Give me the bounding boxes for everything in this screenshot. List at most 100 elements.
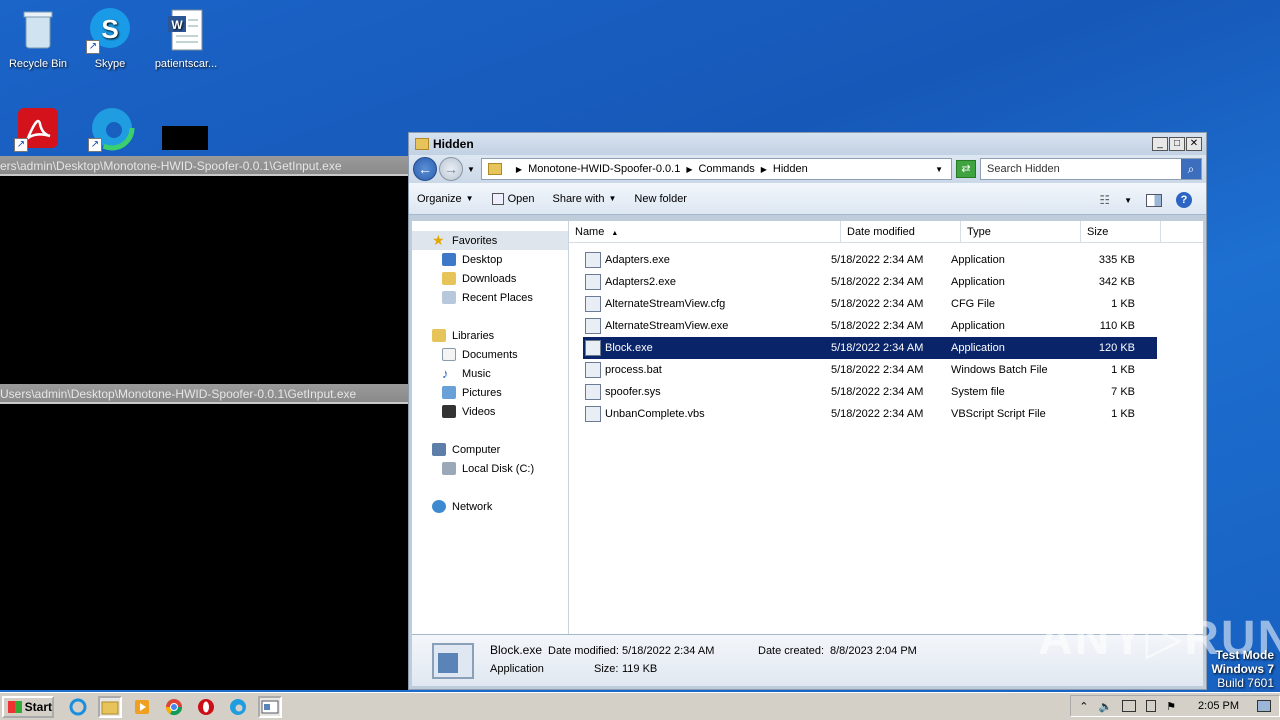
file-row[interactable]: AlternateStreamView.cfg 5/18/2022 2:34 AM… (569, 293, 1203, 315)
file-name: AlternateStreamView.exe (605, 320, 729, 332)
console-title[interactable]: ers\admin\Desktop\Monotone-HWID-Spoofer-… (0, 156, 408, 176)
show-desktop-icon[interactable] (1257, 700, 1271, 712)
breadcrumb-item[interactable]: Commands (698, 163, 754, 175)
file-name: UnbanComplete.vbs (605, 408, 705, 420)
file-row[interactable]: Adapters2.exe 5/18/2022 2:34 AM Applicatio… (569, 271, 1203, 293)
nav-item-documents[interactable]: Documents (412, 345, 568, 364)
help-icon[interactable]: ? (1176, 192, 1192, 208)
console-window-1[interactable]: ers\admin\Desktop\Monotone-HWID-Spoofer-… (0, 156, 408, 384)
explorer-taskbar-icon[interactable] (98, 695, 122, 718)
file-name-cell: spoofer.sys (569, 384, 825, 400)
nav-item-network[interactable]: Network (412, 497, 568, 516)
desktop-icon-document[interactable]: W patientscar... (148, 0, 224, 70)
shortcut-arrow-icon: ↗ (88, 138, 102, 152)
nav-label: Local Disk (C:) (462, 462, 535, 475)
new-folder-button[interactable]: New folder (634, 193, 687, 205)
power-icon[interactable] (1146, 700, 1157, 712)
open-button[interactable]: Open (491, 192, 535, 205)
file-list-pane[interactable]: Name ▲ Date modified Type Size Adapters.… (569, 221, 1203, 635)
minimize-button[interactable]: _ (1152, 137, 1168, 151)
file-row[interactable]: spoofer.sys 5/18/2022 2:34 AM System file 7… (569, 381, 1203, 403)
svg-text:W: W (171, 18, 183, 32)
volume-icon[interactable]: 🔈 (1098, 700, 1112, 713)
chrome-icon[interactable] (162, 696, 186, 718)
share-with-button[interactable]: Share with ▼ (552, 193, 616, 205)
nav-label: Videos (462, 405, 496, 418)
internet-explorer-icon[interactable] (66, 696, 90, 718)
organize-button[interactable]: Organize ▼ (417, 193, 474, 205)
file-row[interactable]: UnbanComplete.vbs 5/18/2022 2:34 AM VBScri… (569, 403, 1203, 425)
application-taskbar-icon[interactable] (258, 695, 282, 718)
nav-item-downloads[interactable]: Downloads (412, 269, 568, 288)
view-options-icon[interactable]: ☷ (1099, 193, 1110, 207)
address-box[interactable]: ▶ Monotone-HWID-Spoofer-0.0.1 ▶ Commands… (480, 158, 952, 180)
desktop-icon-edge[interactable]: ↗ (74, 98, 150, 156)
forward-button[interactable]: → (439, 157, 463, 181)
nav-item-libraries[interactable]: Libraries (412, 326, 568, 345)
details-type: Application (490, 663, 544, 675)
desktop-icon-recycle-bin[interactable]: Recycle Bin (0, 0, 76, 70)
preview-pane-icon[interactable] (1146, 193, 1162, 207)
file-row[interactable]: Block.exe 5/18/2022 2:34 AM Application 120… (583, 337, 1157, 359)
start-button[interactable]: Start (2, 695, 54, 718)
system-tray: ⌃ 🔈 ⚑ 2:05 PM (1070, 695, 1280, 717)
sort-ascending-icon: ▲ (611, 230, 619, 237)
exe-file-icon (585, 340, 601, 356)
action-center-flag-icon[interactable]: ⚑ (1166, 700, 1176, 713)
view-chevron-down-icon[interactable]: ▼ (1124, 196, 1132, 205)
media-player-icon[interactable] (130, 696, 154, 718)
file-date: 5/18/2022 2:34 AM (831, 276, 924, 288)
breadcrumb-arrow-icon[interactable]: ▶ (761, 165, 767, 174)
column-header-type[interactable]: Type (961, 221, 1081, 242)
back-button[interactable]: ← (413, 157, 437, 181)
nav-item-computer[interactable]: Computer (412, 440, 568, 459)
desktop-icon-acrobat[interactable]: ↗ (0, 98, 76, 156)
refresh-icon[interactable]: ⇄ (956, 160, 976, 178)
black-desktop-rectangle (162, 126, 208, 150)
column-header-name[interactable]: Name ▲ (569, 221, 841, 242)
recent-pages-chevron-icon[interactable]: ▼ (467, 165, 475, 174)
nav-item-desktop[interactable]: Desktop (412, 250, 568, 269)
libraries-icon (432, 329, 446, 342)
explorer-window[interactable]: Hidden _ □ ✕ ← → ▼ ▶ Monotone-HWID-Spoof… (408, 132, 1207, 690)
desktop-icon-label: Skype (94, 58, 126, 70)
nav-item-local-disk[interactable]: Local Disk (C:) (412, 459, 568, 478)
nav-item-videos[interactable]: Videos (412, 402, 568, 421)
file-row[interactable]: process.bat 5/18/2022 2:34 AM Windows Batc… (569, 359, 1203, 381)
show-hidden-icons-icon[interactable]: ⌃ (1079, 700, 1088, 713)
console-window-2[interactable]: Users\admin\Desktop\Monotone-HWID-Spoofe… (0, 384, 408, 690)
desktop-icon-label: Recycle Bin (8, 58, 68, 70)
breadcrumb-item[interactable]: Monotone-HWID-Spoofer-0.0.1 (528, 163, 680, 175)
recent-places-icon (442, 291, 456, 304)
edge-taskbar-icon[interactable] (226, 696, 250, 718)
column-header-size[interactable]: Size (1081, 221, 1161, 242)
acrobat-icon: ↗ (14, 104, 62, 152)
breadcrumb-item[interactable]: Hidden (773, 163, 808, 175)
nav-label: Documents (462, 348, 518, 361)
clock[interactable]: 2:05 PM (1198, 700, 1239, 712)
search-icon[interactable]: ⌕ (1181, 159, 1201, 179)
close-button[interactable]: ✕ (1186, 137, 1202, 151)
pictures-icon (442, 386, 456, 399)
shortcut-arrow-icon: ↗ (86, 40, 100, 54)
address-dropdown-icon[interactable]: ▼ (935, 165, 943, 174)
file-row[interactable]: Adapters.exe 5/18/2022 2:34 AM Application… (569, 249, 1203, 271)
network-tray-icon[interactable] (1122, 700, 1137, 712)
file-row[interactable]: AlternateStreamView.exe 5/18/2022 2:34 AM… (569, 315, 1203, 337)
breadcrumb-arrow-icon[interactable]: ▶ (516, 165, 522, 174)
nav-item-favorites[interactable]: ★ Favorites (412, 231, 568, 250)
nav-item-music[interactable]: ♪ Music (412, 364, 568, 383)
address-bar-row: ← → ▼ ▶ Monotone-HWID-Spoofer-0.0.1 ▶ Co… (409, 155, 1206, 183)
nav-item-recent-places[interactable]: Recent Places (412, 288, 568, 307)
explorer-titlebar[interactable]: Hidden (409, 133, 1206, 155)
breadcrumb-arrow-icon[interactable]: ▶ (686, 165, 692, 174)
open-label: Open (507, 192, 535, 205)
column-header-date[interactable]: Date modified (841, 221, 961, 242)
console-title[interactable]: Users\admin\Desktop\Monotone-HWID-Spoofe… (0, 384, 408, 404)
search-input[interactable]: Search Hidden ⌕ (980, 158, 1202, 180)
desktop-icon-skype[interactable]: S ↗ Skype (72, 0, 148, 70)
maximize-button[interactable]: □ (1169, 137, 1185, 151)
column-label: Name (575, 226, 605, 238)
opera-icon[interactable] (194, 696, 218, 718)
nav-item-pictures[interactable]: Pictures (412, 383, 568, 402)
